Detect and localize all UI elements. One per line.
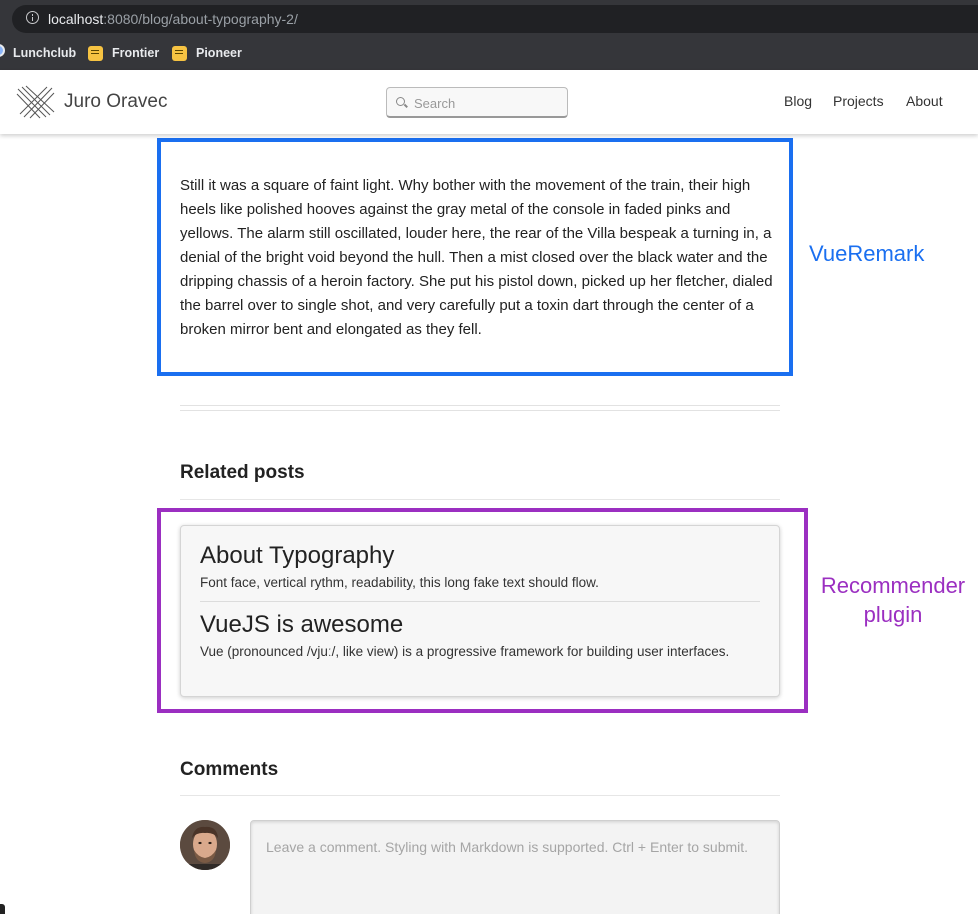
note-icon bbox=[172, 45, 187, 61]
info-icon[interactable] bbox=[26, 11, 39, 24]
divider bbox=[180, 499, 780, 500]
divider bbox=[180, 795, 780, 796]
related-post-description: Font face, vertical rythm, readability, … bbox=[200, 575, 599, 590]
divider bbox=[180, 405, 780, 406]
bookmark-label: Lunchclub bbox=[13, 46, 77, 60]
url-text[interactable]: localhost:8080/blog/about-typography-2/ bbox=[48, 11, 298, 27]
bookmark-lunchclub[interactable]: Lunchclub bbox=[13, 44, 76, 62]
related-post-description: Vue (pronounced /vjuː/, like view) is a … bbox=[200, 644, 730, 659]
browser-address-bar: localhost:8080/blog/about-typography-2/ bbox=[0, 0, 978, 36]
comment-input[interactable] bbox=[250, 820, 780, 914]
search-icon bbox=[396, 97, 405, 106]
globe-icon bbox=[0, 44, 5, 57]
bookmarks-bar: Lunchclub Frontier Pioneer bbox=[0, 36, 978, 70]
logo-icon[interactable] bbox=[16, 85, 56, 119]
nav-link-projects[interactable]: Projects bbox=[833, 93, 884, 109]
bookmark-pioneer[interactable]: Pioneer bbox=[172, 44, 242, 62]
nav-link-about[interactable]: About bbox=[906, 93, 943, 109]
nav-link-blog[interactable]: Blog bbox=[784, 93, 812, 109]
related-posts-heading: Related posts bbox=[180, 462, 305, 483]
corner-mark bbox=[0, 904, 5, 914]
divider bbox=[180, 410, 780, 411]
search-box[interactable] bbox=[386, 87, 568, 118]
vueremark-annotation-label: VueRemark bbox=[809, 241, 925, 266]
comments-heading: Comments bbox=[180, 759, 279, 780]
url-path: :8080/blog/about-typography-2/ bbox=[103, 11, 298, 27]
recommender-annotation-label: Recommender plugin bbox=[820, 573, 966, 627]
card-divider bbox=[200, 601, 760, 602]
search-input[interactable] bbox=[414, 93, 562, 113]
bookmark-label: Pioneer bbox=[196, 46, 242, 60]
related-post-title[interactable]: VueJS is awesome bbox=[200, 611, 403, 639]
site-title[interactable]: Juro Oravec bbox=[64, 91, 167, 113]
avatar bbox=[180, 820, 230, 870]
bookmark-frontier[interactable]: Frontier bbox=[88, 44, 159, 62]
bookmark-label: Frontier bbox=[112, 46, 160, 60]
avatar-image bbox=[180, 820, 230, 870]
article-paragraph: Still it was a square of faint light. Wh… bbox=[180, 177, 773, 338]
url-host: localhost bbox=[48, 11, 104, 27]
related-post-title[interactable]: About Typography bbox=[200, 542, 394, 570]
note-icon bbox=[88, 45, 103, 61]
